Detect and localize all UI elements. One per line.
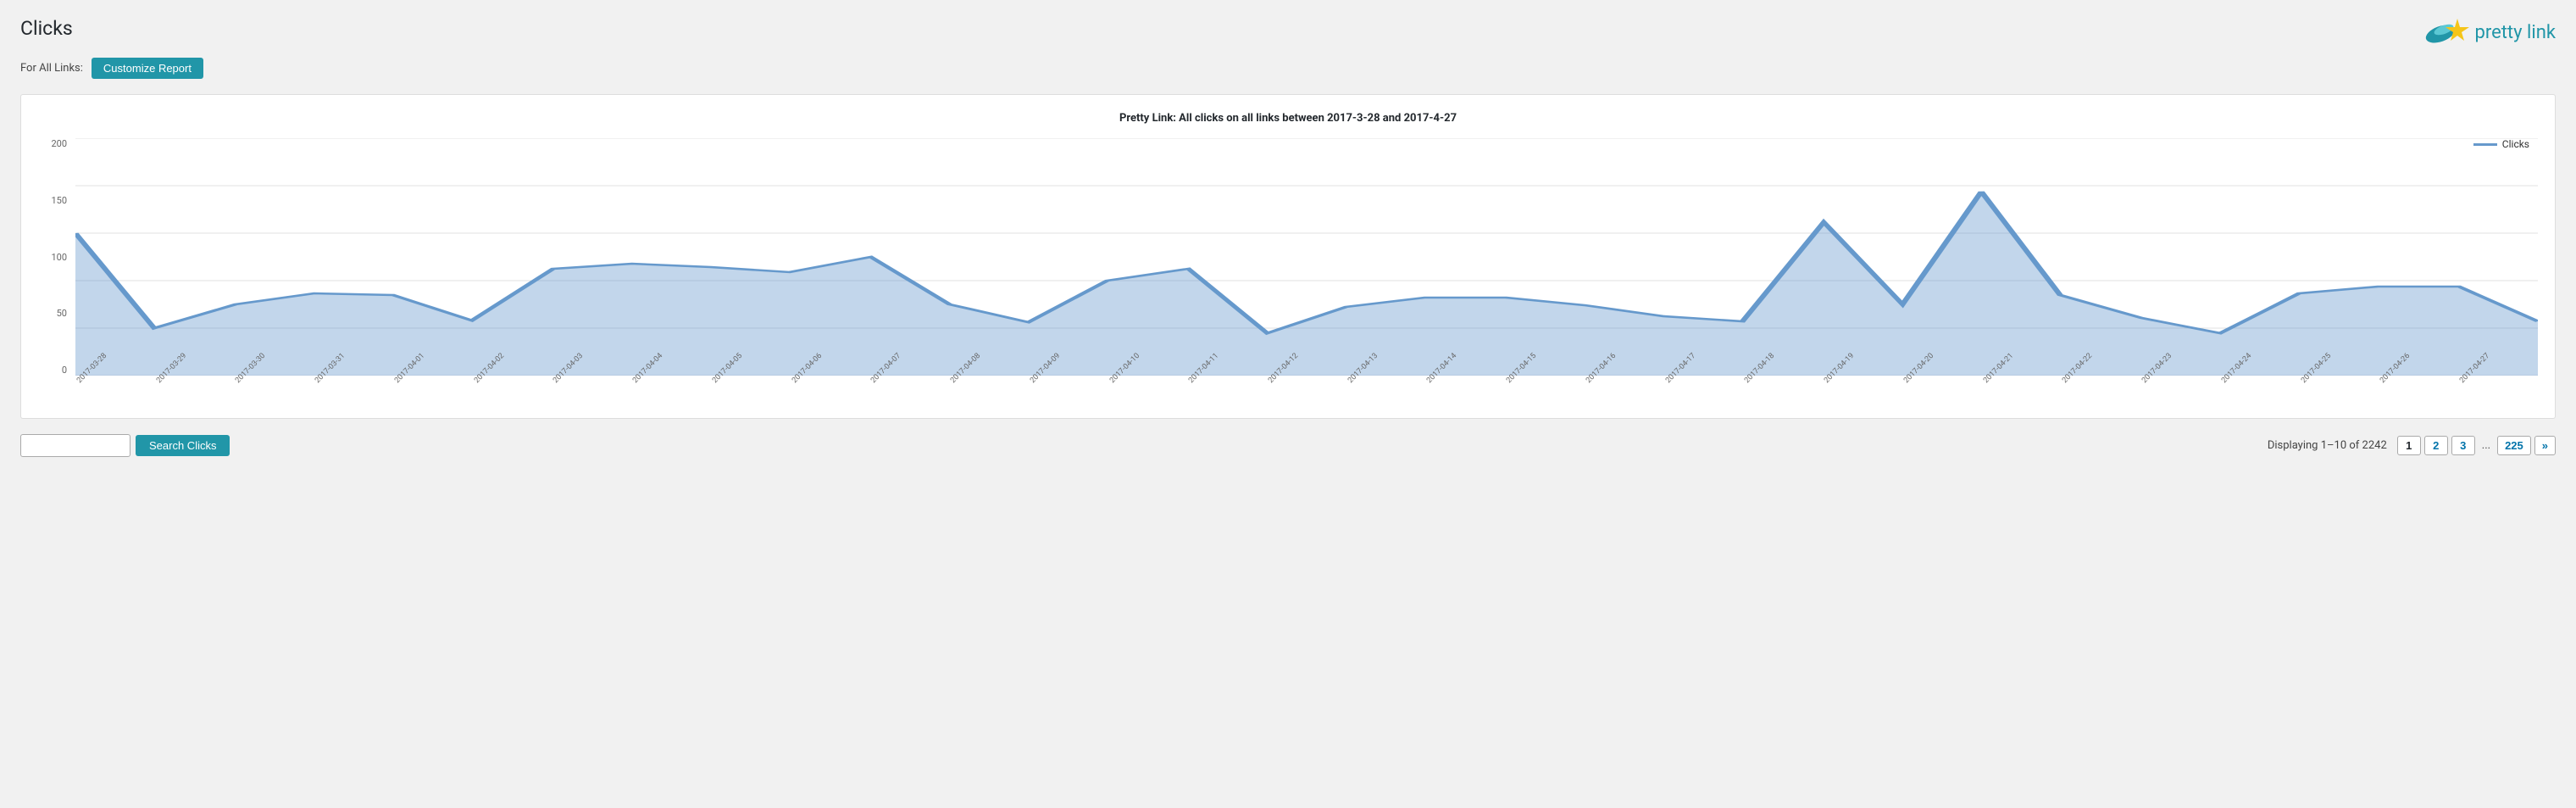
chart-area: Clicks 200 150 100 50 0	[38, 138, 2538, 410]
search-input[interactable]	[20, 434, 130, 457]
pagination-info: Displaying 1–10 of 2242	[2268, 439, 2387, 452]
y-label-50: 50	[57, 308, 67, 319]
page-button-3[interactable]: 3	[2451, 436, 2475, 455]
y-label-200: 200	[51, 138, 67, 149]
y-label-0: 0	[62, 365, 67, 376]
x-axis: 2017-03-282017-03-292017-03-302017-03-31…	[75, 376, 2538, 410]
pagination-dots: ...	[2479, 437, 2494, 454]
search-area: Search Clicks	[20, 434, 230, 457]
customize-report-button[interactable]: Customize Report	[92, 58, 203, 79]
page-button-1[interactable]: 1	[2397, 436, 2421, 455]
bottom-row: Search Clicks Displaying 1–10 of 2242 1 …	[20, 434, 2556, 457]
logo-area: pretty link	[2425, 17, 2556, 47]
page-button-2[interactable]: 2	[2424, 436, 2448, 455]
y-label-100: 100	[51, 252, 67, 263]
chart-container: Pretty Link: All clicks on all links bet…	[20, 94, 2556, 419]
page-title: Clicks	[20, 17, 73, 40]
page-button-last[interactable]: 225	[2497, 436, 2531, 455]
logo-icon	[2425, 17, 2469, 47]
search-clicks-button[interactable]: Search Clicks	[136, 435, 230, 456]
y-label-150: 150	[51, 195, 67, 206]
next-page-button[interactable]: »	[2534, 436, 2556, 455]
chart-title: Pretty Link: All clicks on all links bet…	[38, 112, 2538, 125]
logo-text: pretty link	[2474, 22, 2556, 43]
for-all-links-label: For All Links:	[20, 62, 83, 75]
y-axis: 200 150 100 50 0	[38, 138, 72, 376]
pagination-area: Displaying 1–10 of 2242 1 2 3 ... 225 »	[2268, 436, 2556, 455]
